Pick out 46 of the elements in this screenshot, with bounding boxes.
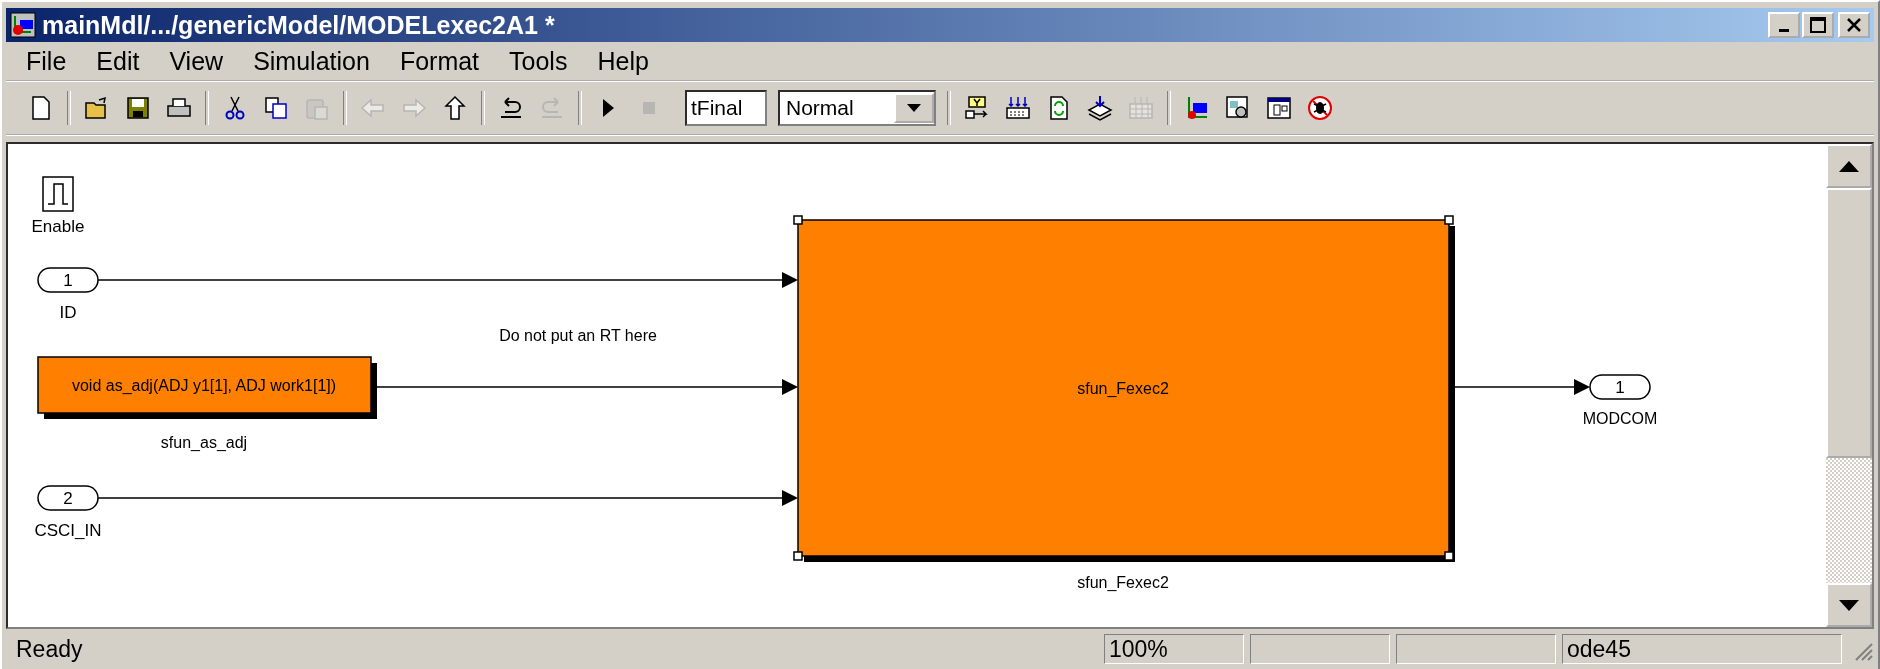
minimize-icon <box>1779 28 1789 32</box>
down-triangle-icon <box>1839 599 1859 611</box>
scroll-thumb[interactable] <box>1826 188 1872 458</box>
block-title: sfun_Fexec2 <box>1077 380 1169 397</box>
pulse-icon <box>47 183 69 205</box>
stop-time-field[interactable]: tFinal <box>685 90 767 126</box>
bug-icon[interactable] <box>1305 93 1335 123</box>
block-label: CSCI_IN <box>34 521 102 540</box>
scroll-up-button[interactable] <box>1826 144 1872 188</box>
block-label: sfun_Fexec2 <box>1077 574 1169 591</box>
close-button[interactable] <box>1838 12 1870 38</box>
menu-item[interactable]: Help <box>585 46 661 76</box>
port-number: 1 <box>1615 378 1625 397</box>
dropdown-caret-icon <box>907 104 921 112</box>
annotation: Do not put an RT here <box>499 327 657 344</box>
maximize-button[interactable] <box>1802 12 1834 38</box>
simulation-mode-value: Normal <box>786 96 854 120</box>
inport-block[interactable]: 1 <box>37 267 99 293</box>
zoom-level: 100% <box>1104 634 1244 664</box>
scroll-down-button[interactable] <box>1826 583 1872 627</box>
port-number: 2 <box>63 489 73 508</box>
solver-name: ode45 <box>1562 634 1842 664</box>
inport-block[interactable]: 2 <box>37 485 99 511</box>
outport-block[interactable]: 1 <box>1589 374 1651 400</box>
menu-item[interactable]: View <box>157 46 236 76</box>
maximize-icon <box>1810 17 1826 33</box>
block-label: ID <box>59 303 77 322</box>
menu-item[interactable]: File <box>14 46 79 76</box>
status-message: Ready <box>15 635 84 663</box>
stack-icon[interactable] <box>1085 93 1115 123</box>
menu-item[interactable]: Tools <box>497 46 580 76</box>
port-number: 1 <box>63 271 73 290</box>
function-signature: void as_adj(ADJ y1[1], ADJ work1[1]) <box>71 377 337 394</box>
menu-item[interactable]: Edit <box>84 46 152 76</box>
close-icon <box>1847 18 1861 32</box>
block-label: MODCOM <box>1582 410 1658 427</box>
vertical-scrollbar[interactable] <box>1826 144 1872 627</box>
block-label: sfun_as_adj <box>160 434 248 451</box>
minimize-button[interactable] <box>1768 12 1800 38</box>
window-title: mainMdl/.../genericModel/MODELexec2A1 * <box>42 10 556 40</box>
menu-item[interactable]: Simulation <box>241 46 382 76</box>
block-label: Enable <box>31 217 85 236</box>
model-icon <box>10 12 36 38</box>
simulation-mode-dropdown[interactable]: Normal <box>778 90 936 126</box>
menu-item[interactable]: Format <box>387 46 492 76</box>
up-triangle-icon <box>1839 160 1859 172</box>
